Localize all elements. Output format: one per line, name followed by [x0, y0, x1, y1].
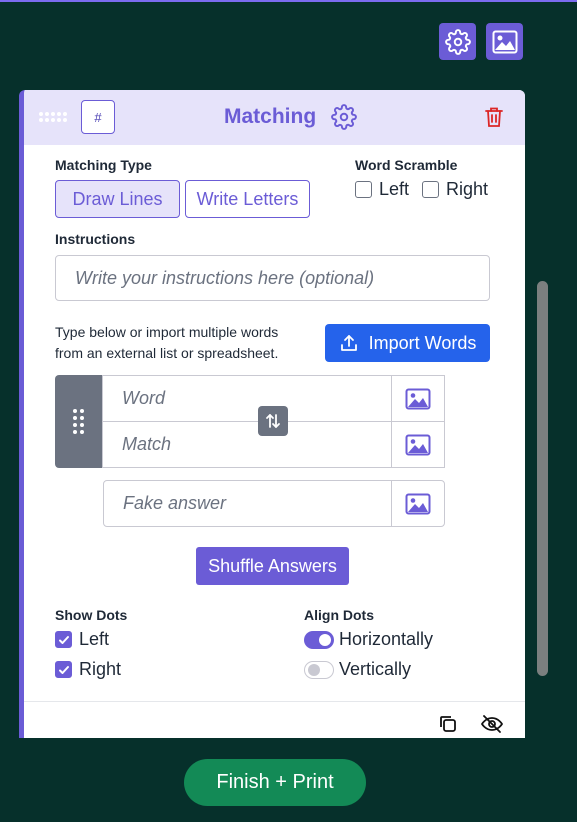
word-input[interactable]: Word: [102, 375, 392, 422]
scramble-right-checkbox[interactable]: Right: [422, 179, 488, 200]
draw-lines-option[interactable]: Draw Lines: [55, 180, 180, 218]
swap-arrows-icon: [266, 414, 280, 428]
toggle-label: Horizontally: [339, 629, 434, 649]
match-input[interactable]: Match: [102, 421, 392, 468]
gear-icon: [444, 28, 471, 55]
checkbox-label: Right: [446, 179, 489, 199]
align-vertically-toggle[interactable]: Vertically: [304, 659, 411, 680]
settings-button[interactable]: [439, 23, 476, 60]
pair-drag-handle-icon[interactable]: [55, 375, 102, 468]
fake-answer-input[interactable]: Fake answer: [103, 480, 392, 527]
write-letters-option[interactable]: Write Letters: [185, 180, 310, 218]
word-image-button[interactable]: [391, 375, 445, 422]
upload-icon: [340, 335, 357, 351]
checkbox-label: Left: [79, 629, 110, 649]
duplicate-button[interactable]: [438, 714, 458, 738]
number-toggle-button[interactable]: #: [81, 100, 115, 134]
gear-icon: [331, 104, 357, 130]
show-dots-left-checkbox[interactable]: Left: [55, 629, 109, 650]
hide-button[interactable]: [480, 714, 504, 738]
image-icon: [405, 388, 431, 409]
card-header: # Matching: [24, 90, 525, 145]
instructions-label: Instructions: [55, 231, 136, 247]
copy-icon: [440, 716, 456, 732]
shuffle-answers-button[interactable]: Shuffle Answers: [196, 547, 349, 585]
image-button[interactable]: [486, 23, 523, 60]
checkbox-box[interactable]: [55, 631, 72, 648]
scramble-left-checkbox[interactable]: Left: [355, 179, 409, 200]
align-dots-label: Align Dots: [304, 607, 374, 623]
delete-button[interactable]: [484, 106, 504, 133]
checkbox-box[interactable]: [355, 181, 372, 198]
card-settings-button[interactable]: [331, 104, 357, 135]
card-title: Matching: [224, 105, 317, 128]
swap-button[interactable]: [258, 406, 288, 436]
image-icon: [405, 434, 431, 455]
finish-print-button[interactable]: Finish + Print: [184, 759, 366, 806]
scrollbar[interactable]: [537, 281, 548, 676]
show-dots-right-checkbox[interactable]: Right: [55, 659, 121, 680]
matching-card: # Matching Matching Type Draw Lines Writ…: [19, 90, 525, 738]
align-horizontally-toggle[interactable]: Horizontally: [304, 629, 433, 650]
card-footer: [24, 701, 525, 738]
import-help-text: Type below or import multiple words from…: [55, 324, 279, 361]
image-icon: [405, 493, 431, 514]
check-icon: [58, 635, 69, 644]
import-words-button[interactable]: Import Words: [325, 324, 490, 362]
check-icon: [58, 665, 69, 674]
checkbox-box[interactable]: [422, 181, 439, 198]
toggle-label: Vertically: [339, 659, 412, 679]
checkbox-box[interactable]: [55, 661, 72, 678]
toggle-switch[interactable]: [304, 630, 334, 649]
matching-type-label: Matching Type: [55, 157, 152, 173]
instructions-input[interactable]: Write your instructions here (optional): [55, 255, 490, 301]
eye-off-icon: [481, 715, 503, 733]
checkbox-label: Left: [379, 179, 410, 199]
show-dots-label: Show Dots: [55, 607, 128, 623]
trash-icon: [485, 107, 503, 127]
word-scramble-label: Word Scramble: [355, 157, 458, 173]
fake-answer-image-button[interactable]: [391, 480, 445, 527]
checkbox-label: Right: [79, 659, 122, 679]
toggle-switch[interactable]: [304, 660, 334, 679]
image-icon: [492, 30, 517, 53]
drag-handle-icon[interactable]: [39, 112, 67, 122]
import-words-label: Import Words: [368, 332, 477, 353]
match-image-button[interactable]: [391, 421, 445, 468]
